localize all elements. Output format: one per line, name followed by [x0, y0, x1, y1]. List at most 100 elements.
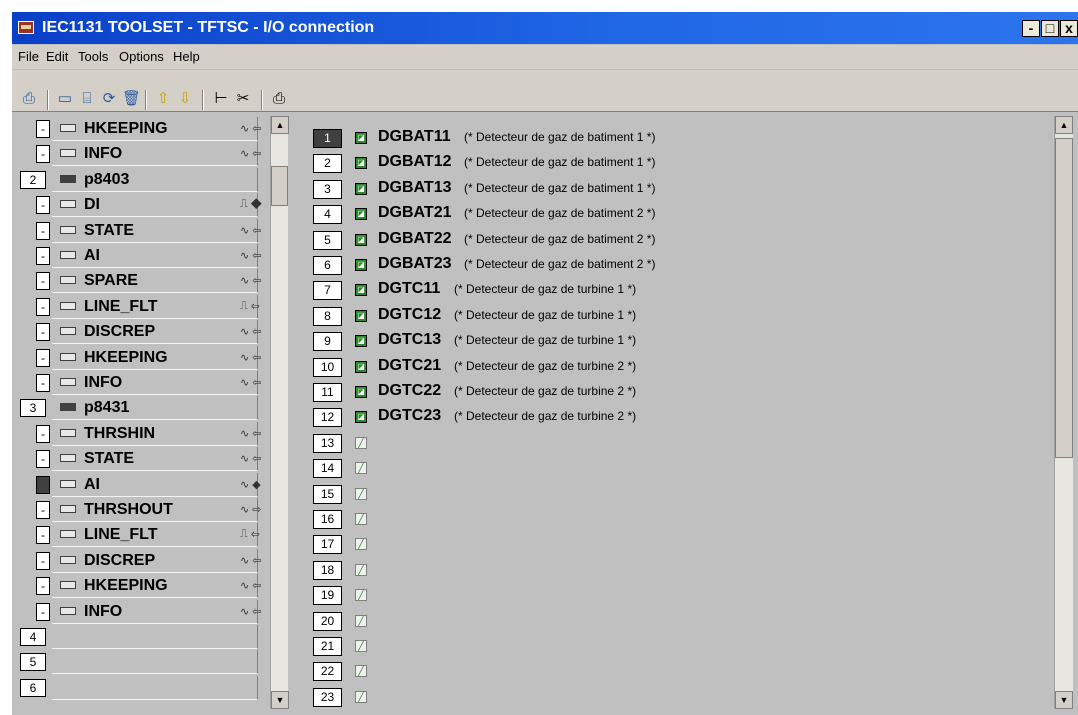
io-channel-row[interactable]: 7 ◪ DGTC11 (* Detecteur de gaz de turbine 1…: [300, 277, 1052, 303]
io-channel-row[interactable]: 1 ◪ DGBAT11 (* Detecteur de gaz de batiment…: [300, 125, 1052, 151]
right-scroll-thumb[interactable]: [1055, 138, 1073, 458]
channel-number[interactable]: 18: [313, 560, 342, 580]
menu-file[interactable]: File: [18, 49, 39, 64]
io-channel-row[interactable]: 4 ◪ DGBAT21 (* Detecteur de gaz de batiment…: [300, 201, 1052, 227]
io-channel-row[interactable]: 21 ╱: [300, 633, 1052, 659]
io-group-row[interactable]: - AI ∿ ◆: [12, 472, 300, 498]
row-name-cell[interactable]: LINE_FLT ⎍ ⇦: [52, 523, 260, 548]
board-slot-number[interactable]: 6: [20, 678, 46, 697]
edit-variable-icon[interactable]: ╱: [355, 462, 367, 475]
board-slot-number[interactable]: 5: [20, 653, 46, 672]
io-channel-row[interactable]: 8 ◪ DGTC12 (* Detecteur de gaz de turbine 1…: [300, 303, 1052, 329]
group-collapse-toggle[interactable]: -: [36, 602, 50, 621]
io-group-row[interactable]: - INFO ∿ ⇦: [12, 141, 300, 167]
channel-number[interactable]: 3: [313, 179, 342, 199]
group-collapse-toggle[interactable]: -: [36, 577, 50, 596]
edit-variable-icon[interactable]: ╱: [355, 589, 367, 602]
io-board-row[interactable]: 6: [12, 675, 300, 701]
variable-name[interactable]: DGTC11: [378, 280, 440, 298]
edit-variable-icon[interactable]: ╱: [355, 538, 367, 551]
tree-icon[interactable]: ⊢: [212, 90, 230, 108]
io-group-row[interactable]: - SPARE ∿ ⇦: [12, 268, 300, 294]
group-collapse-toggle[interactable]: -: [36, 247, 50, 265]
insert-board-icon[interactable]: ▭: [56, 90, 74, 108]
menu-help[interactable]: Help: [173, 49, 200, 64]
title-bar[interactable]: IEC1131 TOOLSET - TFTSC - I/O connection…: [12, 12, 1078, 44]
row-name-cell[interactable]: DISCREP ∿ ⇦: [52, 548, 262, 573]
variable-name[interactable]: DGTC21: [378, 357, 441, 375]
row-name-cell[interactable]: INFO ∿ ⇦: [52, 599, 262, 624]
variable-name[interactable]: DGTC12: [378, 306, 441, 324]
variable-name[interactable]: DGBAT21: [378, 204, 452, 222]
group-collapse-toggle[interactable]: -: [36, 196, 50, 215]
row-name-cell[interactable]: [52, 650, 258, 675]
row-name-cell[interactable]: DISCREP ∿ ⇦: [52, 320, 262, 345]
row-name-cell[interactable]: INFO ∿ ⇦: [52, 142, 262, 167]
variable-connected-icon[interactable]: ◪: [355, 360, 367, 373]
board-slot-number[interactable]: 2: [20, 170, 46, 189]
delete-icon[interactable]: 🗑: [122, 90, 141, 108]
io-group-row[interactable]: - HKEEPING ∿ ⇦: [12, 573, 300, 599]
channel-number[interactable]: 20: [313, 611, 342, 631]
io-board-row[interactable]: 2 p8403: [12, 167, 300, 193]
move-up-icon[interactable]: ⇧: [154, 90, 172, 108]
menu-edit[interactable]: Edit: [46, 49, 68, 64]
variable-connected-icon[interactable]: ◪: [355, 157, 367, 170]
channel-number[interactable]: 12: [313, 408, 342, 428]
edit-variable-icon[interactable]: ╱: [355, 640, 367, 652]
variable-name[interactable]: DGTC13: [378, 331, 441, 349]
row-name-cell[interactable]: STATE ∿ ⇦: [52, 447, 262, 472]
move-down-icon[interactable]: ⇩: [176, 90, 194, 108]
io-channel-row[interactable]: 20 ╱: [300, 608, 1052, 634]
io-group-row[interactable]: - HKEEPING ∿ ⇦: [12, 116, 300, 142]
row-name-cell[interactable]: INFO ∿ ⇦: [52, 371, 262, 395]
row-name-cell[interactable]: [52, 625, 258, 649]
row-name-cell[interactable]: SPARE ∿ ⇦: [52, 269, 262, 294]
group-collapse-toggle[interactable]: -: [36, 501, 50, 519]
left-scrollbar[interactable]: ▲ ▼: [270, 116, 289, 709]
channel-number[interactable]: 5: [313, 230, 342, 250]
row-name-cell[interactable]: THRSHIN ∿ ⇦: [52, 421, 262, 446]
variable-connected-icon[interactable]: ◪: [355, 411, 367, 424]
io-channel-row[interactable]: 18 ╱: [300, 557, 1052, 583]
variable-connected-icon[interactable]: ◪: [355, 335, 367, 348]
connect-icon[interactable]: ⌸: [78, 90, 96, 108]
io-group-row[interactable]: - THRSHIN ∿ ⇦: [12, 421, 300, 447]
left-scroll-down-button[interactable]: ▼: [271, 691, 289, 709]
row-name-cell[interactable]: HKEEPING ∿ ⇦: [52, 574, 262, 599]
variable-connected-icon[interactable]: ◪: [355, 259, 367, 271]
close-button[interactable]: x: [1060, 20, 1078, 37]
edit-variable-icon[interactable]: ╱: [355, 436, 367, 449]
edit-variable-icon[interactable]: ╱: [355, 513, 367, 525]
left-scroll-up-button[interactable]: ▲: [271, 116, 289, 134]
group-collapse-toggle[interactable]: -: [36, 323, 50, 342]
maximize-button[interactable]: □: [1041, 20, 1059, 37]
variable-connected-icon[interactable]: ◪: [355, 284, 367, 297]
group-collapse-toggle[interactable]: -: [36, 450, 50, 469]
io-board-row[interactable]: 3 p8431: [12, 395, 300, 421]
io-channel-row[interactable]: 6 ◪ DGBAT23 (* Detecteur de gaz de batiment…: [300, 252, 1052, 278]
channel-number[interactable]: 1: [313, 129, 342, 148]
row-name-cell[interactable]: STATE ∿ ⇦: [52, 218, 262, 243]
variable-name[interactable]: DGBAT22: [378, 230, 452, 248]
variable-name[interactable]: DGTC23: [378, 407, 441, 425]
row-name-cell[interactable]: AI ∿ ⇦: [52, 244, 262, 268]
channel-number[interactable]: 4: [313, 205, 342, 225]
variable-name[interactable]: DGTC22: [378, 382, 441, 400]
channel-number[interactable]: 16: [313, 510, 342, 529]
channel-number[interactable]: 23: [313, 687, 342, 707]
minimize-button[interactable]: -: [1022, 20, 1040, 37]
row-name-cell[interactable]: AI ∿ ◆: [52, 472, 261, 497]
channel-number[interactable]: 13: [313, 433, 342, 453]
board-slot-number[interactable]: 4: [20, 628, 46, 646]
variable-name[interactable]: DGBAT13: [378, 179, 452, 197]
io-channel-row[interactable]: 13 ╱: [300, 430, 1052, 456]
channel-number[interactable]: 8: [313, 306, 342, 326]
channel-number[interactable]: 15: [313, 484, 342, 504]
io-group-row[interactable]: - INFO ∿ ⇦: [12, 370, 300, 396]
io-group-row[interactable]: - HKEEPING ∿ ⇦: [12, 345, 300, 371]
variable-connected-icon[interactable]: ◪: [355, 309, 367, 322]
group-collapse-toggle[interactable]: -: [36, 526, 50, 545]
io-group-row[interactable]: - LINE_FLT ⎍ ⇦: [12, 522, 300, 548]
io-channel-row[interactable]: 5 ◪ DGBAT22 (* Detecteur de gaz de batiment…: [300, 227, 1052, 253]
